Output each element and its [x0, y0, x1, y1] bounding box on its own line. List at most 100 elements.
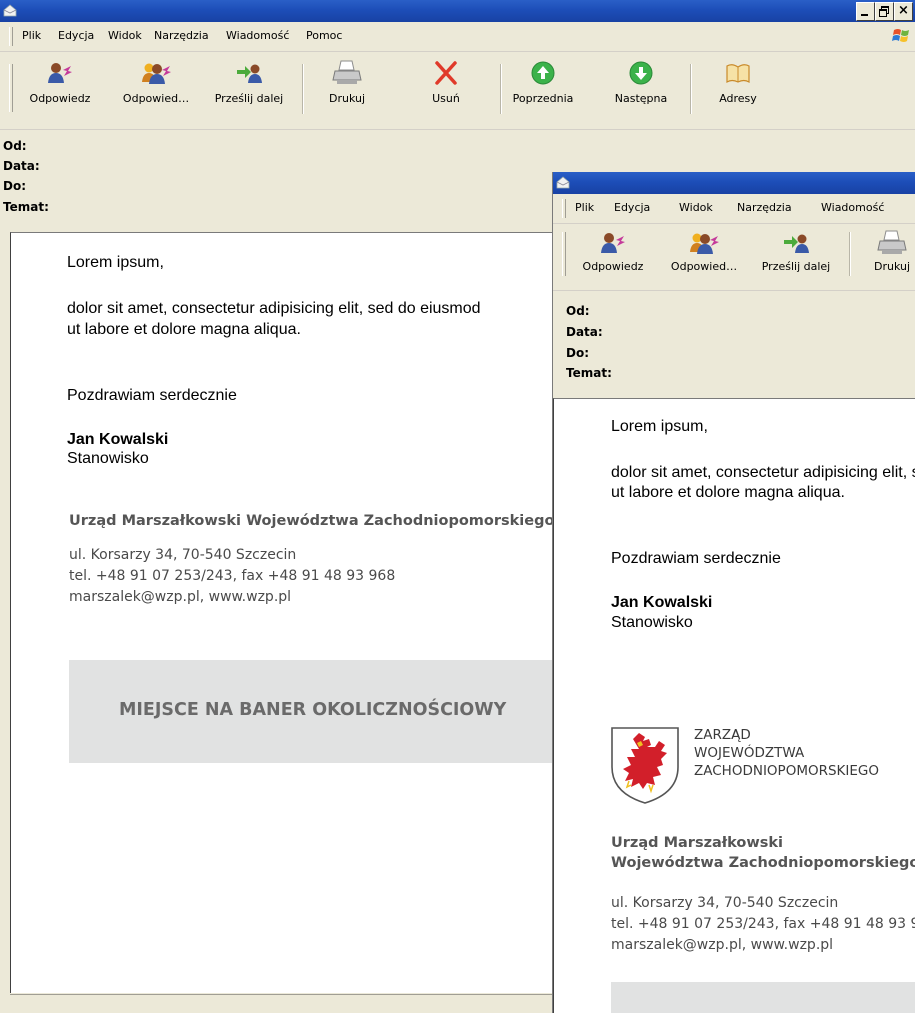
forward-icon — [784, 234, 809, 253]
greeting-text: Lorem ipsum, — [67, 254, 164, 271]
reply-all-label: Odpowied… — [670, 260, 738, 273]
forward-button[interactable]: Prześlij dalej — [752, 230, 840, 292]
signature-org-name: Urząd Marszałkowski Województwa Zachodni… — [69, 513, 555, 529]
body-text-line-1: dolor sit amet, consectetur adipisicing … — [611, 464, 915, 481]
toolbar-grip[interactable] — [562, 232, 566, 276]
menu-message[interactable]: Wiadomość — [226, 29, 289, 42]
printer-icon — [332, 60, 362, 84]
coat-of-arms-griffin-logo — [611, 727, 679, 804]
header-from: Od: — [3, 139, 27, 153]
restore-button[interactable] — [875, 2, 894, 21]
menu-edit[interactable]: Edycja — [58, 29, 94, 42]
menu-tools[interactable]: Narzędzia — [154, 29, 209, 42]
body-text-line-2: ut labore et dolore magna aliqua. — [611, 484, 845, 501]
sender-position: Stanowisko — [611, 614, 693, 631]
next-button[interactable]: Następna — [605, 60, 677, 122]
delete-icon — [435, 61, 457, 85]
sender-position: Stanowisko — [67, 450, 149, 467]
greeting-text: Lorem ipsum, — [611, 418, 708, 435]
reply-button[interactable]: Odpowiedz — [19, 60, 101, 122]
logo-line-1: ZARZĄD — [694, 727, 751, 743]
reply-label: Odpowiedz — [582, 260, 644, 273]
reply-all-icon — [690, 233, 719, 254]
signature-phone: tel. +48 91 07 253/243, fax +48 91 48 93… — [611, 916, 915, 932]
header-to: Do: — [3, 179, 27, 193]
signature-phone: tel. +48 91 07 253/243, fax +48 91 48 93… — [69, 568, 396, 584]
reply-button[interactable]: Odpowiedz — [572, 230, 654, 292]
arrow-down-icon — [629, 61, 653, 85]
body-text-line-1: dolor sit amet, consectetur adipisicing … — [67, 300, 481, 317]
forward-label: Prześlij dalej — [761, 260, 831, 273]
minimize-button[interactable] — [856, 2, 875, 21]
minimize-icon — [861, 14, 868, 16]
closing-text: Pozdrawiam serdecznie — [67, 387, 237, 404]
envelope-icon — [556, 176, 570, 189]
toolbar: Odpowiedz Odpowied… Prześlij dalej Druku… — [553, 224, 915, 291]
header-date: Data: — [3, 159, 40, 173]
print-button[interactable]: Drukuj — [318, 60, 376, 122]
logo-line-3: ZACHODNIOPOMORSKIEGO — [694, 763, 879, 779]
signature-address: ul. Korsarzy 34, 70-540 Szczecin — [69, 547, 297, 563]
reply-label: Odpowiedz — [29, 92, 91, 105]
reply-all-button[interactable]: Odpowied… — [112, 60, 200, 122]
menubar-grip[interactable] — [9, 27, 13, 46]
addresses-button[interactable]: Adresy — [705, 60, 771, 122]
reply-all-button[interactable]: Odpowied… — [660, 230, 748, 292]
addresses-label: Adresy — [719, 92, 757, 105]
message-headers: Od: Data: Do: Temat: — [553, 292, 915, 400]
header-from: Od: — [566, 304, 590, 318]
previous-label: Poprzednia — [512, 92, 574, 105]
header-subject: Temat: — [566, 366, 612, 380]
menu-view[interactable]: Widok — [108, 29, 142, 42]
next-label: Następna — [614, 92, 668, 105]
logo-line-2: WOJEWÓDZTWA — [694, 745, 805, 761]
sender-name: Jan Kowalski — [67, 431, 169, 448]
menu-bar: Plik Edycja Widok Narzędzia Wiadomość Po… — [0, 22, 915, 52]
message-body[interactable]: Lorem ipsum, dolor sit amet, consectetur… — [553, 398, 915, 1013]
toolbar-separator — [849, 232, 851, 276]
signature-email-web: marszalek@wzp.pl, www.wzp.pl — [611, 937, 834, 953]
menu-edit[interactable]: Edycja — [614, 201, 650, 214]
menu-bar: Plik Edycja Widok Narzędzia Wiadomość Po… — [553, 194, 915, 224]
delete-label: Usuń — [432, 92, 460, 105]
print-label: Drukuj — [328, 92, 366, 105]
toolbar-separator — [302, 64, 304, 114]
previous-button[interactable]: Poprzednia — [506, 60, 580, 122]
address-book-icon — [726, 64, 750, 84]
toolbar-separator — [690, 64, 692, 114]
signature-email-web: marszalek@wzp.pl, www.wzp.pl — [69, 589, 292, 605]
signature-address: ul. Korsarzy 34, 70-540 Szczecin — [611, 895, 839, 911]
window-titlebar[interactable]: × — [0, 0, 915, 22]
windows-logo-icon — [892, 29, 909, 42]
sender-name: Jan Kowalski — [611, 594, 713, 611]
logo-text: ZARZĄD WOJEWÓDZTWA ZACHODNIOPOMORSKIEGO — [694, 726, 879, 780]
toolbar: Odpowiedz Odpowied… Prześlij dalej Druku… — [0, 52, 915, 130]
menu-message[interactable]: Wiadomość — [821, 201, 884, 214]
signature-org-line-2: Województwa Zachodniopomorskiego — [611, 855, 915, 871]
printer-icon — [877, 230, 907, 254]
header-to: Do: — [566, 346, 590, 360]
signature-org-line-1: Urząd Marszałkowski — [611, 835, 784, 851]
print-label: Drukuj — [873, 260, 911, 273]
delete-button[interactable]: Usuń — [421, 60, 471, 122]
toolbar-grip[interactable] — [9, 64, 13, 112]
header-subject: Temat: — [3, 200, 49, 214]
menu-help[interactable]: Pomoc — [306, 29, 342, 42]
email-window-logo-variant: Plik Edycja Widok Narzędzia Wiadomość Po… — [552, 172, 915, 1013]
menu-view[interactable]: Widok — [679, 201, 713, 214]
menubar-grip[interactable] — [562, 199, 566, 218]
body-text-line-2: ut labore et dolore magna aliqua. — [67, 321, 301, 338]
menu-file[interactable]: Plik — [22, 29, 41, 42]
close-icon: × — [898, 3, 909, 18]
close-button[interactable]: × — [894, 2, 913, 21]
forward-button[interactable]: Prześlij dalej — [207, 60, 291, 122]
menu-tools[interactable]: Narzędzia — [737, 201, 792, 214]
forward-icon — [237, 64, 262, 83]
reply-icon — [48, 63, 72, 83]
menu-file[interactable]: Plik — [575, 201, 594, 214]
reply-icon — [601, 233, 625, 253]
print-button[interactable]: Drukuj — [863, 230, 915, 292]
header-date: Data: — [566, 325, 603, 339]
window-titlebar[interactable] — [553, 172, 915, 194]
closing-text: Pozdrawiam serdecznie — [611, 550, 781, 567]
